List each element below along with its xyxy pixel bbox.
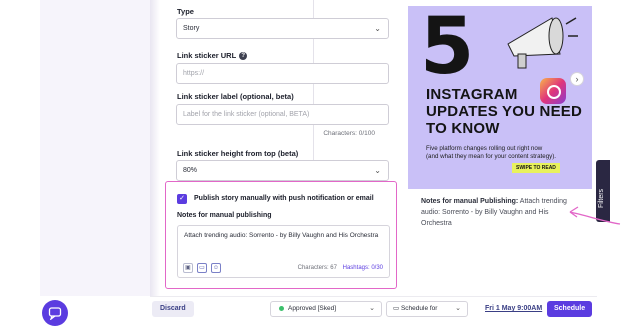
notes-textarea[interactable]: Attach trending audio: Sorrento - by Bil…: [177, 225, 390, 278]
manual-notes-label: Notes for manual Publishing:: [421, 198, 519, 205]
height-label: Link sticker height from top (beta): [177, 149, 299, 158]
type-select[interactable]: Story ⌄: [176, 18, 389, 39]
footer-bar: Discard Approved [Sked] ⌄ ▭ Schedule for…: [150, 296, 597, 320]
swipe-badge: SWIPE TO READ: [512, 163, 560, 173]
hashtags-count[interactable]: Hashtags: 0/30: [343, 265, 383, 271]
link-label-input[interactable]: Label for the link sticker (optional, BE…: [176, 104, 389, 125]
media-icon[interactable]: ▭: [197, 263, 207, 273]
notes-label: Notes for manual publishing: [177, 212, 272, 219]
story-preview: 5 › INSTAGRAM UPDATES YOU NEED TO KNOW F…: [408, 6, 592, 189]
notes-counts: Characters: 67 Hashtags: 0/30: [298, 265, 383, 271]
manual-publish-label: Publish story manually with push notific…: [194, 195, 374, 202]
chevron-down-icon: ⌄: [455, 305, 461, 312]
type-label: Type: [177, 7, 194, 16]
manual-publish-checkbox[interactable]: ✓: [177, 194, 187, 204]
manual-publishing-panel: ✓ Publish story manually with push notif…: [165, 181, 397, 289]
preview-headline: INSTAGRAM UPDATES YOU NEED TO KNOW: [426, 86, 583, 137]
calendar-icon: ▭: [393, 305, 401, 312]
link-label-placeholder: Label for the link sticker (optional, BE…: [183, 111, 310, 118]
notes-toolbar: ▣ ▭ ☺: [183, 263, 221, 273]
link-url-placeholder: https://: [183, 70, 205, 77]
status-value: Approved [Sked]: [288, 305, 337, 312]
image-icon[interactable]: ▣: [183, 263, 193, 273]
left-panel-shadow: [150, 0, 160, 296]
schedule-button[interactable]: Schedule: [547, 301, 593, 317]
help-icon[interactable]: ?: [239, 52, 248, 61]
link-label-label: Link sticker label (optional, beta): [177, 92, 294, 101]
discard-button[interactable]: Discard: [152, 301, 194, 317]
notes-text: Attach trending audio: Sorrento - by Bil…: [184, 232, 379, 239]
chat-icon: [48, 307, 62, 320]
chevron-down-icon: ⌄: [374, 166, 381, 175]
link-url-input[interactable]: https://: [176, 63, 389, 84]
schedule-mode-value: Schedule for: [400, 305, 438, 312]
chevron-down-icon: ⌄: [374, 24, 381, 33]
schedule-mode-select[interactable]: ▭ Schedule for ⌄: [386, 301, 468, 317]
annotation-arrow-icon: [569, 206, 621, 225]
height-select[interactable]: 80% ⌄: [176, 160, 389, 181]
link-label-counter: Characters: 0/100: [323, 130, 375, 137]
emoji-icon[interactable]: ☺: [211, 263, 221, 273]
height-value: 80%: [183, 167, 198, 174]
chat-support-button[interactable]: [42, 300, 68, 326]
characters-count: Characters: 67: [297, 265, 337, 271]
next-slide-button[interactable]: ›: [570, 72, 584, 86]
link-url-label: Link sticker URL?: [177, 51, 248, 61]
chevron-down-icon: ⌄: [369, 305, 375, 312]
preview-big-number: 5: [420, 6, 475, 92]
manual-notes-display: Notes for manual Publishing: Attach tren…: [421, 196, 581, 229]
approval-status-select[interactable]: Approved [Sked] ⌄: [270, 301, 382, 317]
preview-subtext: Five platform changes rolling out right …: [426, 145, 557, 160]
type-value: Story: [183, 25, 200, 32]
left-panel: [40, 0, 150, 296]
schedule-date-link[interactable]: Fri 1 May 9:00AM: [485, 305, 542, 312]
megaphone-icon: [507, 17, 578, 69]
status-dot: [279, 305, 284, 311]
